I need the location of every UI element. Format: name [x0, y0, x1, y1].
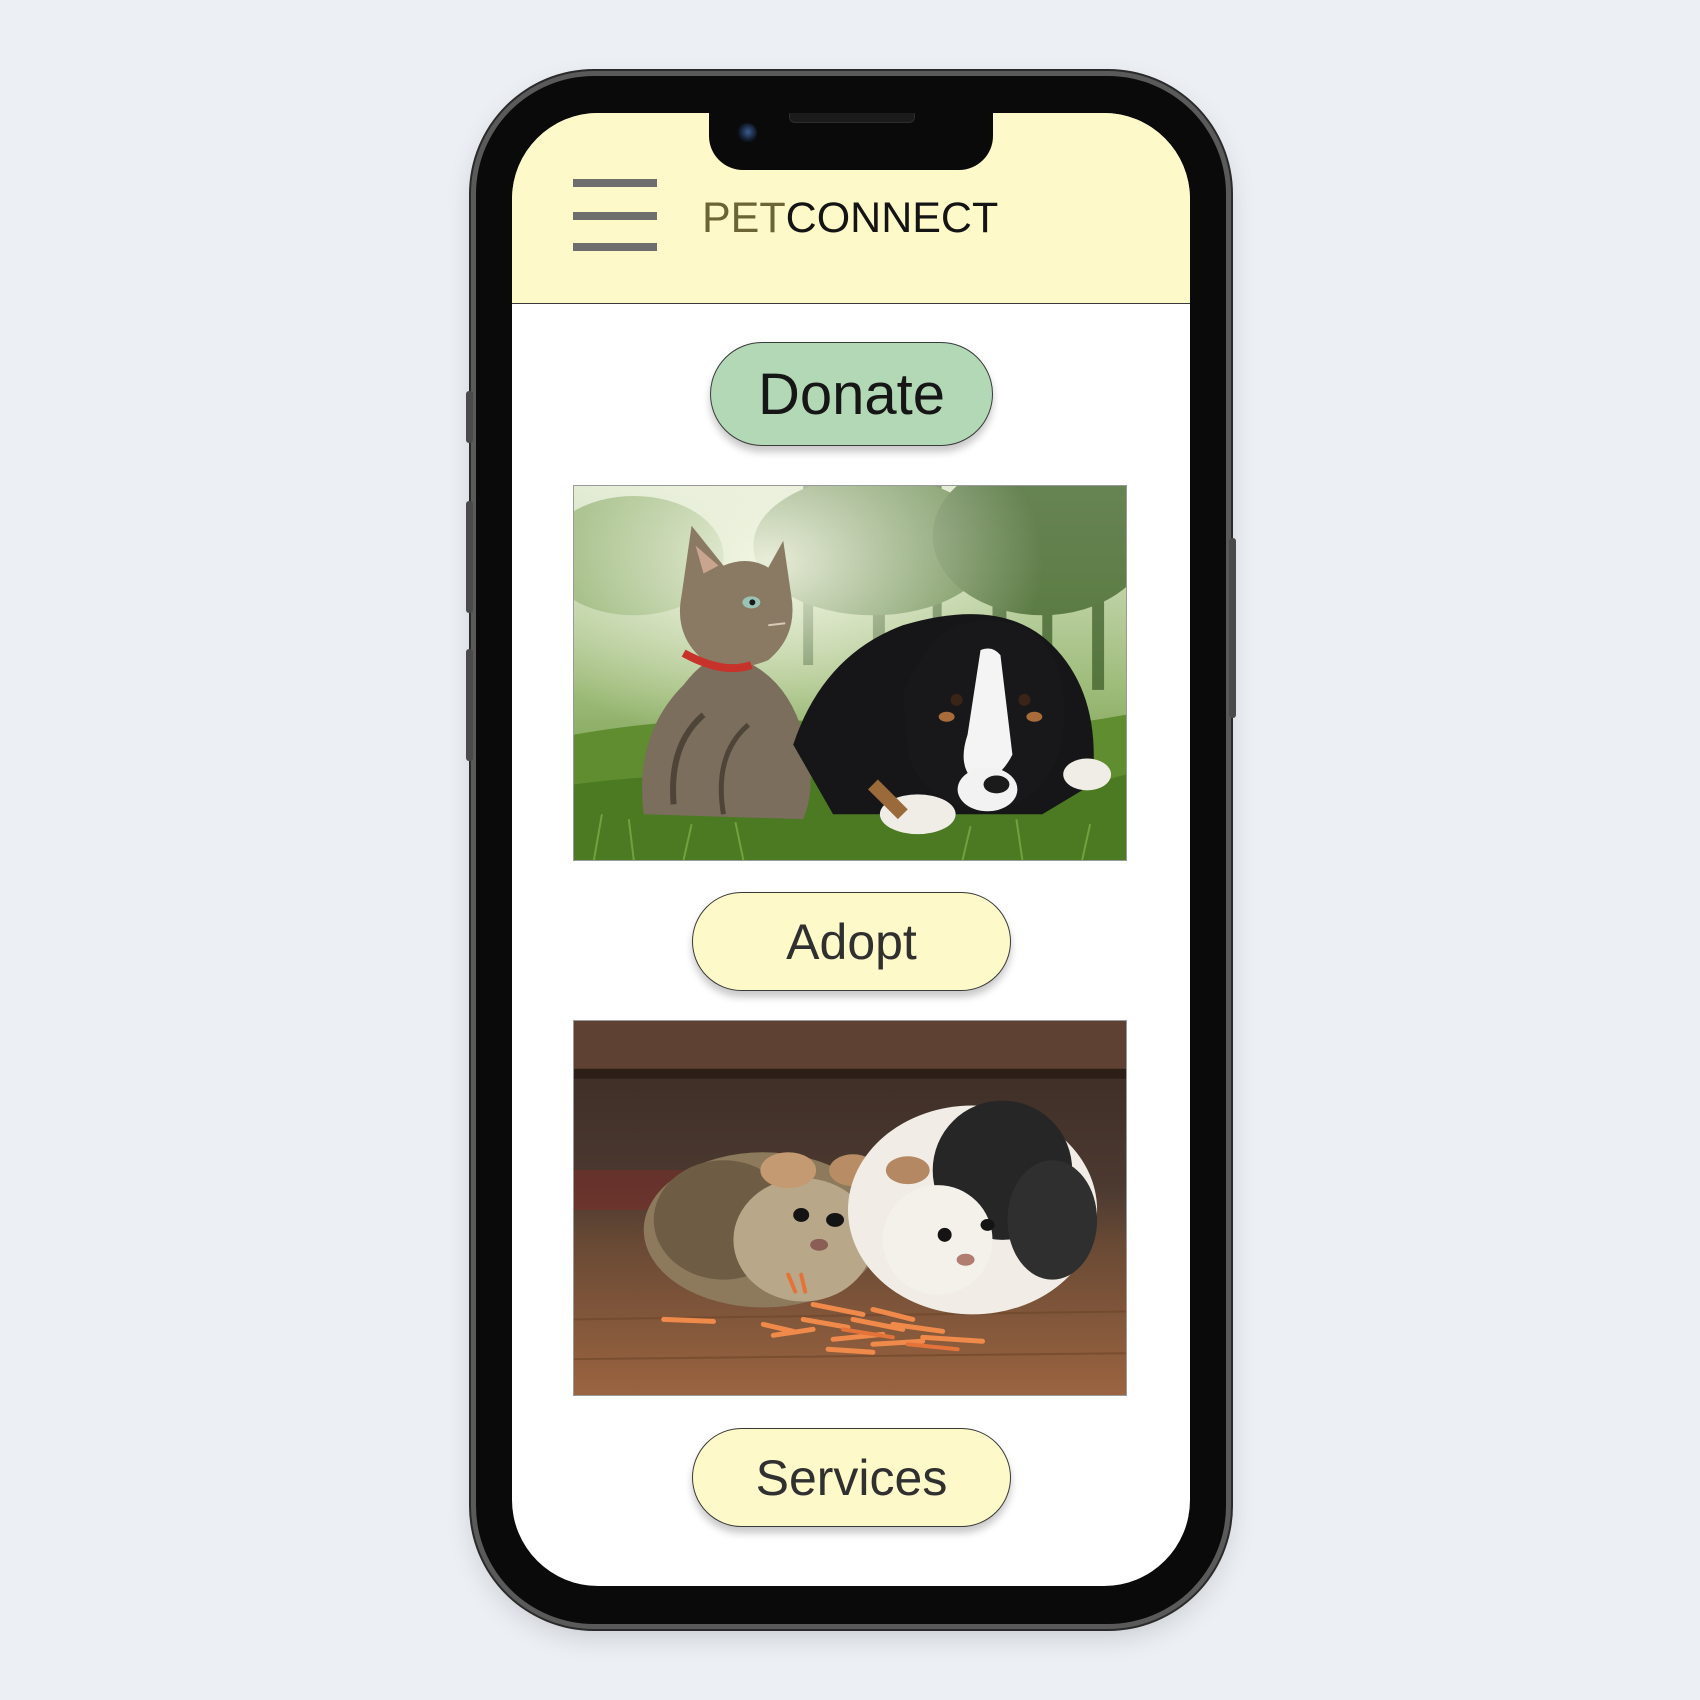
- device-mockup: PETCONNECT Donate Adopt Services: [0, 0, 1700, 1700]
- volume-down-button: [466, 649, 473, 761]
- brand-prefix: PET: [702, 194, 786, 242]
- silent-switch: [466, 391, 473, 443]
- cat-and-puppy-photo[interactable]: [573, 485, 1127, 861]
- cat-and-puppy-illustration: [574, 486, 1126, 860]
- earpiece-speaker: [789, 113, 915, 123]
- phone-frame: PETCONNECT Donate Adopt Services: [466, 76, 1236, 1624]
- brand-logo: PETCONNECT: [702, 193, 998, 243]
- adopt-button[interactable]: Adopt: [692, 892, 1011, 991]
- volume-up-button: [466, 501, 473, 613]
- donate-button[interactable]: Donate: [710, 342, 993, 446]
- power-button: [1229, 538, 1236, 718]
- services-button[interactable]: Services: [692, 1428, 1011, 1527]
- guinea-pigs-photo[interactable]: [573, 1020, 1127, 1396]
- hamburger-menu-icon[interactable]: [573, 179, 657, 251]
- notch: [709, 113, 993, 170]
- phone-screen: PETCONNECT Donate Adopt Services: [512, 113, 1190, 1586]
- guinea-pigs-illustration: [574, 1021, 1126, 1395]
- front-camera: [737, 123, 757, 143]
- brand-suffix: CONNECT: [785, 194, 999, 242]
